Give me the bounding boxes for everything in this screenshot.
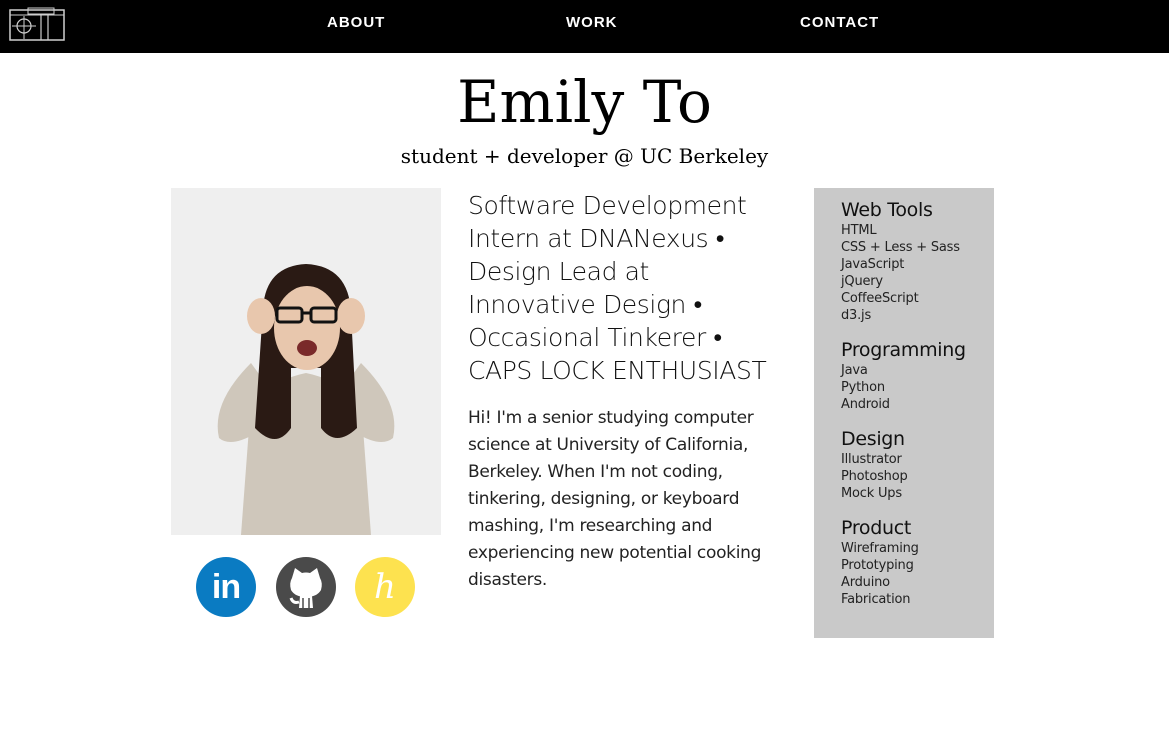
skill-group-title: Product <box>841 517 912 539</box>
nav-work[interactable]: WORK <box>566 14 618 31</box>
nav-about[interactable]: ABOUT <box>327 14 385 31</box>
github-button[interactable] <box>276 557 336 617</box>
linkedin-button[interactable]: in <box>196 557 256 617</box>
skill-item: Wireframing <box>841 541 919 556</box>
hackerrank-button[interactable]: h <box>355 557 415 617</box>
top-nav-bar: ABOUT WORK CONTACT <box>0 0 1169 53</box>
page-title: Emily To <box>457 68 712 136</box>
skill-group-programming: Programming Java Python Android <box>841 338 966 413</box>
skill-group-product: Product Wireframing Prototyping Arduino … <box>841 516 919 608</box>
skill-item: Arduino <box>841 575 890 590</box>
skill-item: Python <box>841 380 885 395</box>
skill-item: CSS + Less + Sass <box>841 240 960 255</box>
skill-item: Illustrator <box>841 452 902 467</box>
skill-group-title: Programming <box>841 339 966 361</box>
profile-photo <box>171 188 441 535</box>
skill-item: Java <box>841 363 868 378</box>
skill-group-design: Design Illustrator Photoshop Mock Ups <box>841 427 908 502</box>
hackerrank-icon: h <box>374 567 396 607</box>
skill-item: HTML <box>841 223 877 238</box>
logo-icon[interactable] <box>8 6 68 44</box>
skills-panel: Web Tools HTML CSS + Less + Sass JavaScr… <box>814 188 994 638</box>
skill-item: CoffeeScript <box>841 291 919 306</box>
linkedin-icon: in <box>211 567 241 606</box>
skill-item: d3.js <box>841 308 872 323</box>
tagline: Software Development Intern at DNANexus … <box>468 191 767 385</box>
skill-group-title: Design <box>841 428 905 450</box>
skill-group-title: Web Tools <box>841 199 933 221</box>
skill-item: Mock Ups <box>841 486 902 501</box>
skill-item: Photoshop <box>841 469 908 484</box>
skill-item: JavaScript <box>841 257 905 272</box>
skill-item: Android <box>841 397 890 412</box>
skill-item: Fabrication <box>841 592 911 607</box>
skill-item: jQuery <box>841 274 883 289</box>
nav-contact[interactable]: CONTACT <box>800 14 879 31</box>
skill-group-web-tools: Web Tools HTML CSS + Less + Sass JavaScr… <box>841 198 960 324</box>
bio-paragraph: Hi! I'm a senior studying computer scien… <box>468 408 762 590</box>
page-subtitle: student + developer @ UC Berkeley <box>400 144 769 168</box>
skill-item: Prototyping <box>841 558 914 573</box>
github-octocat-icon <box>289 568 322 608</box>
